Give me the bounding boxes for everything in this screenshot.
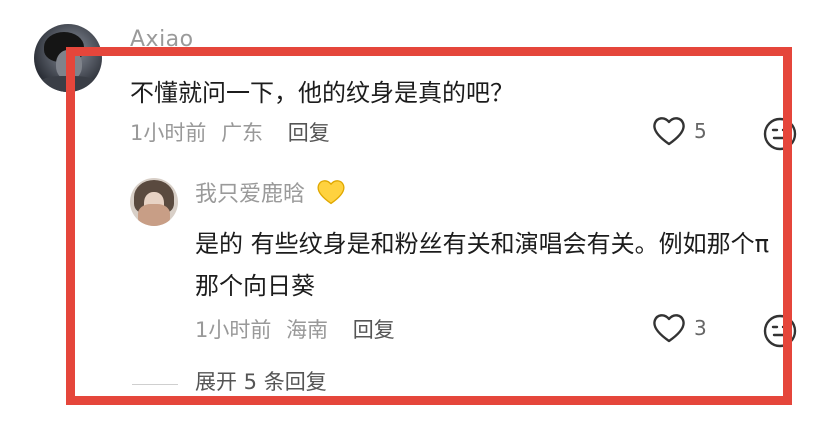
emoji-face-icon (763, 314, 797, 348)
heart-outline-icon (653, 314, 685, 343)
reply-like-button[interactable]: 3 (652, 313, 707, 343)
comment-like-count: 5 (694, 119, 707, 143)
comment-location: 广东 (221, 121, 264, 145)
avatar-hand (138, 204, 170, 226)
reply-text: 是的 有些纹身是和粉丝有关和演唱会有关。例如那个π 那个向日葵 (195, 230, 770, 300)
reply-meta: 1小时前 海南 回复 (195, 314, 395, 344)
reply-button[interactable]: 回复 (288, 121, 330, 145)
reply-time: 1小时前 (195, 318, 272, 342)
comment-like-button[interactable]: 5 (652, 116, 707, 146)
expand-replies-button[interactable]: 展开 5 条回复 (195, 366, 327, 396)
heart-outline-icon (653, 117, 685, 146)
yellow-heart-icon (316, 178, 346, 212)
replier-avatar[interactable] (130, 178, 178, 226)
reply-emoji-button[interactable] (762, 313, 798, 349)
avatar-shoulder (34, 76, 102, 92)
comment-emoji-button[interactable] (762, 116, 798, 152)
replier-username[interactable]: 我只爱鹿晗 (195, 182, 305, 207)
comment-meta: 1小时前 广东 回复 (130, 117, 330, 147)
comment-text: 不懂就问一下，他的纹身是真的吧？ (130, 79, 514, 107)
replier-username-row: 我只爱鹿晗 (195, 176, 346, 212)
commenter-username[interactable]: Axiao (130, 27, 194, 52)
emoji-face-icon (763, 117, 797, 151)
reply-location: 海南 (286, 318, 329, 342)
reply-like-count: 3 (694, 316, 707, 340)
expand-divider (132, 384, 178, 385)
commenter-avatar[interactable] (34, 24, 102, 92)
reply-reply-button[interactable]: 回复 (353, 318, 395, 342)
comment-time: 1小时前 (130, 121, 207, 145)
